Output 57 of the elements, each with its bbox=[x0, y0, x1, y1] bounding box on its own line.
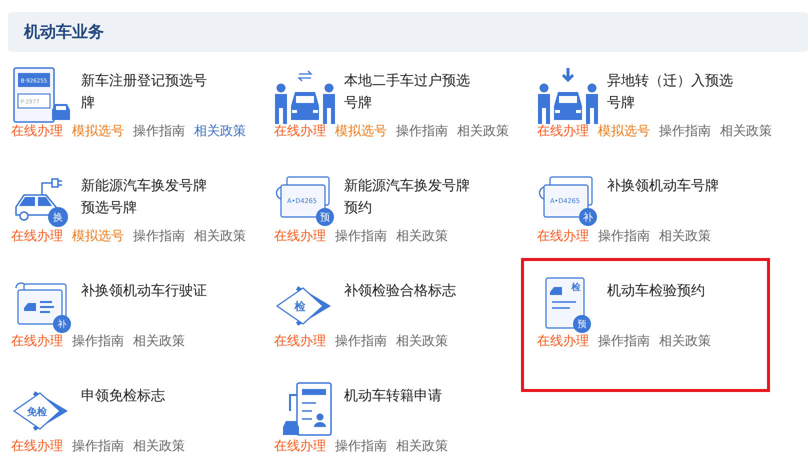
policy-link[interactable]: 相关政策 bbox=[659, 332, 711, 350]
online-link[interactable]: 在线办理 bbox=[537, 122, 589, 140]
guide-link[interactable]: 操作指南 bbox=[133, 122, 185, 140]
online-link[interactable]: 在线办理 bbox=[274, 437, 326, 455]
online-link[interactable]: 在线办理 bbox=[537, 227, 589, 245]
car-icon bbox=[52, 104, 70, 120]
inspection-sticker: 检 bbox=[276, 286, 331, 326]
policy-link[interactable]: 相关政策 bbox=[133, 332, 185, 350]
policy-link[interactable]: 相关政策 bbox=[194, 227, 246, 245]
guide-link[interactable]: 操作指南 bbox=[72, 437, 124, 455]
online-link[interactable]: 在线办理 bbox=[274, 122, 326, 140]
service-card[interactable]: 检 预 机动车检验预约 在线办理 操作指南 相关政策 bbox=[524, 261, 767, 389]
online-link[interactable]: 在线办理 bbox=[11, 227, 63, 245]
guide-link[interactable]: 操作指南 bbox=[335, 437, 387, 455]
service-title: 新能源汽车换发号牌预约 bbox=[344, 177, 471, 218]
inspection-sticker: 免检 bbox=[12, 391, 68, 431]
document-transfer-icon bbox=[283, 382, 332, 436]
policy-link[interactable]: 相关政策 bbox=[457, 122, 509, 140]
policy-link[interactable]: 相关政策 bbox=[659, 227, 711, 245]
guide-link[interactable]: 操作指南 bbox=[598, 332, 650, 350]
guide-link[interactable]: 操作指南 bbox=[598, 227, 650, 245]
service-title: 机动车转籍申请 bbox=[344, 387, 443, 406]
online-link[interactable]: 在线办理 bbox=[274, 332, 326, 350]
policy-link[interactable]: 相关政策 bbox=[133, 437, 185, 455]
policy-link[interactable]: 相关政策 bbox=[396, 227, 448, 245]
service-title: 补领检验合格标志 bbox=[344, 282, 457, 301]
policy-link[interactable]: 相关政策 bbox=[396, 332, 448, 350]
online-link[interactable]: 在线办理 bbox=[537, 332, 589, 350]
service-title: 新车注册登记预选号牌 bbox=[81, 72, 208, 113]
badge: 预 bbox=[316, 208, 334, 226]
policy-link[interactable]: 相关政策 bbox=[396, 437, 448, 455]
badge: 补 bbox=[53, 315, 71, 333]
service-title: 申领免检标志 bbox=[81, 387, 166, 406]
policy-link[interactable]: 相关政策 bbox=[194, 122, 246, 140]
badge: 换 bbox=[48, 207, 68, 227]
guide-link[interactable]: 操作指南 bbox=[396, 122, 448, 140]
service-title: 机动车检验预约 bbox=[607, 282, 706, 301]
guide-link[interactable]: 操作指南 bbox=[133, 227, 185, 245]
online-link[interactable]: 在线办理 bbox=[11, 122, 63, 140]
service-title: 本地二手车过户预选号牌 bbox=[344, 72, 471, 113]
guide-link[interactable]: 操作指南 bbox=[659, 122, 711, 140]
car-owners-icon bbox=[538, 66, 598, 124]
online-link[interactable]: 在线办理 bbox=[274, 227, 326, 245]
service-title: 异地转（迁）入预选号牌 bbox=[607, 72, 734, 113]
service-title: 补换领机动车号牌 bbox=[607, 177, 720, 196]
policy-link[interactable]: 相关政策 bbox=[720, 122, 772, 140]
badge: 预 bbox=[573, 315, 591, 333]
guide-link[interactable]: 操作指南 bbox=[335, 332, 387, 350]
guide-link[interactable]: 操作指南 bbox=[335, 227, 387, 245]
online-link[interactable]: 在线办理 bbox=[11, 332, 63, 350]
online-link[interactable]: 在线办理 bbox=[11, 437, 63, 455]
car-owners-icon bbox=[275, 70, 335, 124]
guide-link[interactable]: 操作指南 bbox=[72, 332, 124, 350]
service-title: 新能源汽车换发号牌预选号牌 bbox=[81, 177, 208, 218]
service-title: 补换领机动车行驶证 bbox=[81, 282, 208, 301]
section-title: 机动车业务 bbox=[24, 22, 104, 42]
badge: 补 bbox=[579, 208, 597, 226]
